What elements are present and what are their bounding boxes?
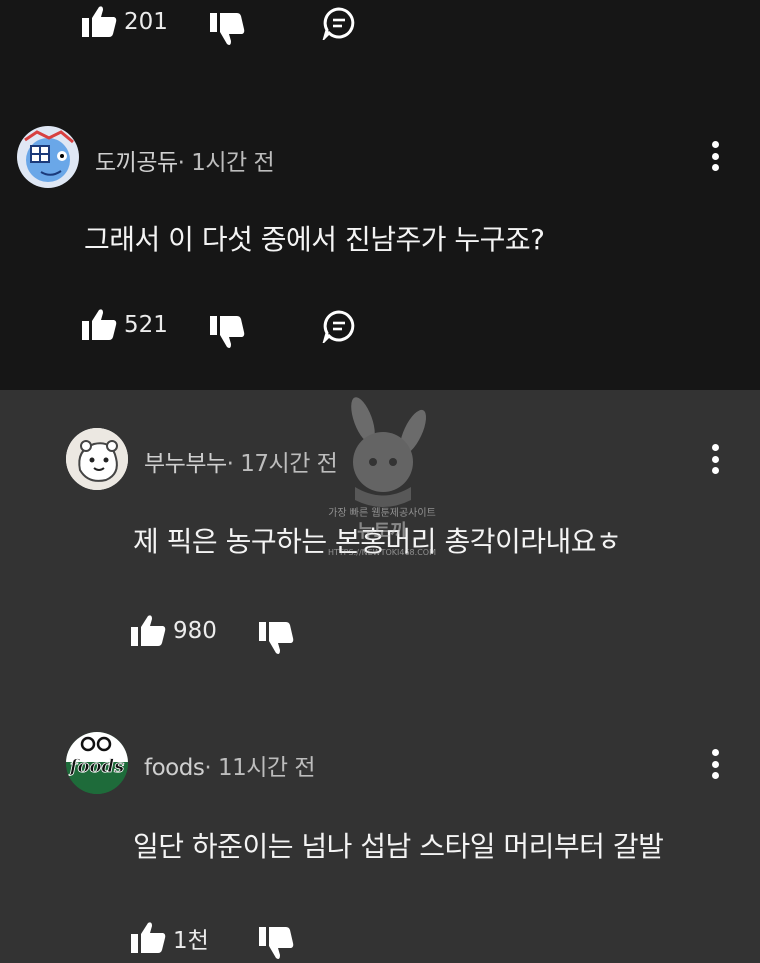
reply-button[interactable] [322,6,356,40]
reply-icon [322,309,356,343]
thumbs-down-icon [259,621,295,655]
watermark-line1: 가장 빠른 웹툰제공사이트 [328,507,436,519]
more-vertical-icon [711,444,719,451]
thumbs-up-icon [82,6,118,38]
reply-icon [322,6,356,40]
watermark-line2: 뉴토끼 [357,521,407,542]
comment-text: 일단 하준이는 넘나 섭남 스타일 머리부터 갈발 [133,830,664,863]
site-watermark: 가장 빠른 웹툰제공사이트 뉴토끼 HTTPS://NEWTOKI468.COM [315,392,450,567]
thumbs-down-icon [210,315,246,349]
thumbs-up-icon [131,615,167,647]
separator: · [226,451,241,477]
like-button[interactable]: 980 [131,615,217,647]
dislike-button[interactable] [259,926,295,960]
timestamp: 11시간 전 [217,755,316,781]
comment-meta: 부누부누· 17시간 전 [144,444,338,478]
thumbs-up-icon [131,922,167,954]
separator: · [204,755,218,781]
like-count: 201 [124,9,168,35]
comment-meta: 도끼공듀· 1시간 전 [95,143,275,177]
avatar-label: foods [68,756,124,777]
like-count: 1천 [173,928,209,954]
more-vertical-icon [711,141,719,148]
like-button[interactable]: 201 [82,6,168,38]
author-name[interactable]: 부누부누 [144,451,227,477]
separator: · [177,150,192,176]
more-options-button[interactable] [705,141,725,171]
avatar[interactable] [66,428,128,490]
timestamp: 1시간 전 [191,150,275,176]
avatar[interactable]: foods [66,732,128,794]
comment-text: 그래서 이 다섯 중에서 진남주가 누구죠? [84,223,545,256]
comment-meta: foods· 11시간 전 [144,748,316,782]
like-button[interactable]: 521 [82,309,168,341]
reply-button[interactable] [322,309,356,343]
watermark-line3: HTTPS://NEWTOKI468.COM [328,548,436,557]
like-count: 521 [124,312,168,338]
like-button[interactable]: 1천 [131,921,209,955]
more-options-button[interactable] [705,749,725,779]
thumbs-up-icon [82,309,118,341]
author-name[interactable]: foods [144,755,205,781]
dislike-button[interactable] [210,315,246,349]
like-count: 980 [173,618,217,644]
thumbs-down-icon [259,926,295,960]
thumbs-down-icon [210,12,246,46]
author-name[interactable]: 도끼공듀 [95,150,178,176]
avatar[interactable] [17,126,79,188]
dislike-button[interactable] [259,621,295,655]
more-options-button[interactable] [705,444,725,474]
more-vertical-icon [711,749,719,756]
dislike-button[interactable] [210,12,246,46]
